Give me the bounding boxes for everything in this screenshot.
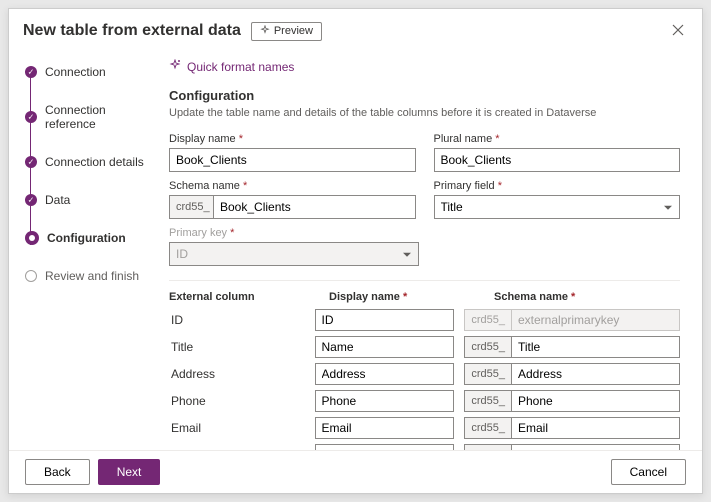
header-schema-name: Schema name *: [494, 291, 680, 303]
step-dot-icon: [25, 231, 39, 245]
column-row: Modified crd55_: [169, 444, 680, 450]
column-row: Phone crd55_: [169, 390, 680, 412]
plural-name-input[interactable]: [434, 148, 681, 172]
close-icon: [672, 24, 684, 36]
schema-name-input[interactable]: [213, 195, 416, 219]
schema-prefix: crd55_: [464, 363, 511, 385]
step-label: Connection reference: [45, 103, 157, 131]
step-dot-icon: [25, 111, 37, 123]
wizard-step-connection-details[interactable]: Connection details: [25, 155, 157, 169]
wizard-step-configuration[interactable]: Configuration: [25, 231, 157, 245]
preview-label: Preview: [274, 25, 313, 37]
step-dot-icon: [25, 270, 37, 282]
modal-body: Connection Connection reference Connection…: [9, 53, 702, 450]
schema-prefix: crd55_: [464, 309, 511, 331]
external-column-name: Phone: [169, 394, 305, 408]
schema-prefix: crd55_: [464, 417, 511, 439]
preview-button[interactable]: Preview: [251, 22, 322, 41]
column-schema-name-input[interactable]: [511, 363, 680, 385]
column-display-name-input[interactable]: [315, 444, 455, 450]
column-display-name-input[interactable]: [315, 390, 455, 412]
step-dot-icon: [25, 66, 37, 78]
schema-prefix: crd55_: [464, 336, 511, 358]
cancel-button[interactable]: Cancel: [611, 459, 686, 485]
external-column-name: Email: [169, 421, 305, 435]
config-heading: Configuration: [169, 88, 680, 103]
step-label: Data: [45, 193, 70, 207]
close-button[interactable]: [668, 19, 688, 43]
external-column-name: ID: [169, 313, 305, 327]
schema-prefix: crd55_: [464, 444, 511, 450]
column-display-name-input[interactable]: [315, 363, 455, 385]
column-schema-name-input[interactable]: [511, 336, 680, 358]
column-schema-name-input[interactable]: [511, 417, 680, 439]
schema-name-prefix: crd55_: [169, 195, 213, 219]
primary-field-label: Primary field *: [434, 180, 681, 192]
section-divider: [169, 280, 680, 281]
primary-field-select[interactable]: [434, 195, 681, 219]
modal-footer: Back Next Cancel: [9, 450, 702, 493]
wizard-sidebar: Connection Connection reference Connection…: [9, 53, 157, 450]
column-row: Title crd55_: [169, 336, 680, 358]
step-dot-icon: [25, 194, 37, 206]
step-label: Configuration: [47, 231, 126, 245]
quick-format-names-link[interactable]: Quick format names: [169, 59, 680, 74]
modal-header: New table from external data Preview: [9, 9, 702, 53]
sparkle-icon: [169, 59, 181, 74]
columns-header-row: External column Display name * Schema na…: [169, 291, 680, 303]
header-display-name: Display name *: [329, 291, 484, 303]
external-column-name: Address: [169, 367, 305, 381]
wizard-step-connection[interactable]: Connection: [25, 65, 157, 79]
column-row: Address crd55_: [169, 363, 680, 385]
display-name-input[interactable]: [169, 148, 416, 172]
display-name-label: Display name *: [169, 133, 416, 145]
plural-name-label: Plural name *: [434, 133, 681, 145]
modal-new-table: New table from external data Preview Con…: [8, 8, 703, 494]
column-display-name-input[interactable]: [315, 336, 455, 358]
wizard-step-connection-reference[interactable]: Connection reference: [25, 103, 157, 131]
primary-key-label: Primary key *: [169, 227, 419, 239]
column-row: Email crd55_: [169, 417, 680, 439]
content-area[interactable]: Quick format names Configuration Update …: [157, 53, 702, 450]
step-dot-icon: [25, 156, 37, 168]
wizard-step-review-and-finish[interactable]: Review and finish: [25, 269, 157, 283]
external-column-name: Modified: [169, 448, 305, 450]
step-label: Review and finish: [45, 269, 139, 283]
schema-prefix: crd55_: [464, 390, 511, 412]
column-display-name-input[interactable]: [315, 417, 455, 439]
quick-format-label: Quick format names: [187, 60, 294, 74]
step-label: Connection details: [45, 155, 144, 169]
modal-title: New table from external data: [23, 22, 241, 40]
preview-icon: [260, 25, 270, 38]
schema-name-label: Schema name *: [169, 180, 416, 192]
header-external-column: External column: [169, 291, 319, 303]
next-button[interactable]: Next: [98, 459, 161, 485]
column-schema-name-input[interactable]: [511, 390, 680, 412]
column-row: ID crd55_: [169, 309, 680, 331]
column-schema-name-input: [511, 309, 680, 331]
step-label: Connection: [45, 65, 106, 79]
column-display-name-input[interactable]: [315, 309, 455, 331]
column-schema-name-input[interactable]: [511, 444, 680, 450]
primary-key-select: [169, 242, 419, 266]
external-column-name: Title: [169, 340, 305, 354]
wizard-step-data[interactable]: Data: [25, 193, 157, 207]
back-button[interactable]: Back: [25, 459, 90, 485]
config-subheading: Update the table name and details of the…: [169, 107, 680, 119]
